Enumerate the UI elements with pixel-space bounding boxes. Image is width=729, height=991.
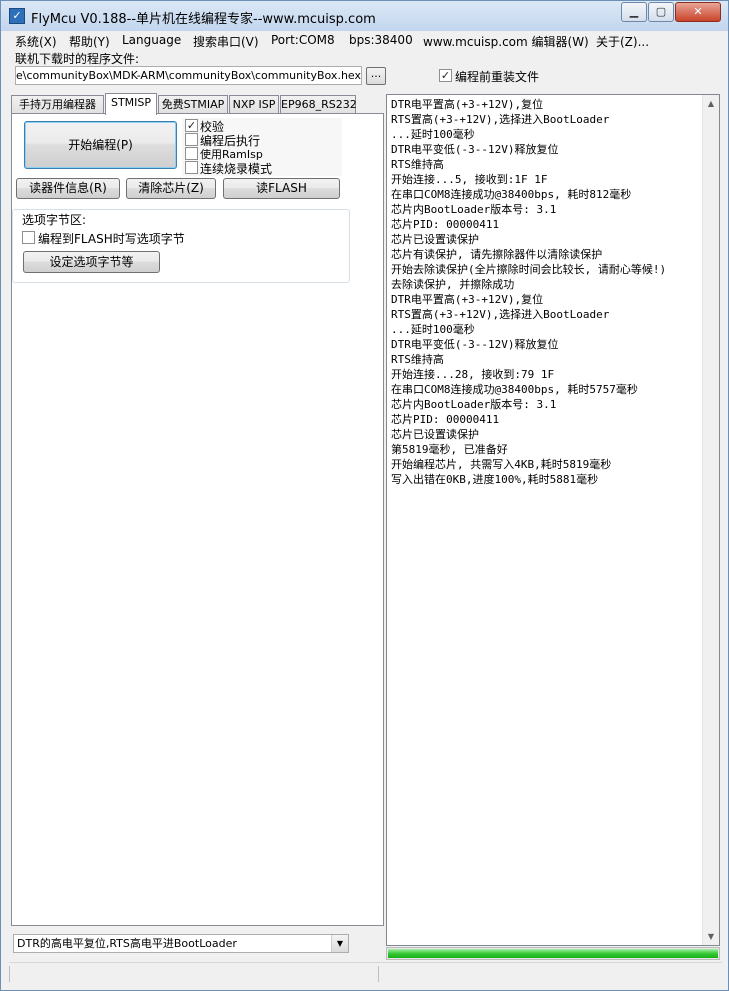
minimize-icon: ▁ xyxy=(629,5,639,18)
scroll-up-icon[interactable]: ▲ xyxy=(703,95,719,112)
tab-ep968[interactable]: EP968_RS232 xyxy=(280,95,357,114)
stmisp-panel: 开始编程(P) ✓ 校验 编程后执行 使用RamIsp 连续烧录模式 读器件信息… xyxy=(11,113,384,926)
progress-fill xyxy=(388,949,718,958)
log-line: ...延时100毫秒 xyxy=(391,323,475,336)
log-line: 在串口COM8连接成功@38400bps, 耗时5757毫秒 xyxy=(391,383,638,396)
log-line: RTS维持高 xyxy=(391,158,444,171)
log-line: 芯片已设置读保护 xyxy=(391,233,479,246)
log-lines: DTR电平置高(+3-+12V),复位 RTS置高(+3-+12V),选择进入Bo… xyxy=(391,97,701,487)
read-info-button[interactable]: 读器件信息(R) xyxy=(16,178,120,199)
maximize-button[interactable]: ▢ xyxy=(648,2,674,22)
menu-port[interactable]: Port:COM8 xyxy=(271,33,335,47)
tab-handheld[interactable]: 手持万用编程器 xyxy=(11,95,104,114)
log-line: 芯片内BootLoader版本号: 3.1 xyxy=(391,398,557,411)
scroll-down-icon[interactable]: ▼ xyxy=(703,928,719,945)
output-log[interactable]: DTR电平置高(+3-+12V),复位 RTS置高(+3-+12V),选择进入Bo… xyxy=(386,94,720,946)
option-bytes-title: 选项字节区: xyxy=(22,213,87,227)
menu-editor[interactable]: www.mcuisp.com 编辑器(W) xyxy=(423,33,589,50)
menu-about[interactable]: 关于(Z)... xyxy=(596,33,649,50)
ramisp-checkbox[interactable] xyxy=(185,147,198,160)
log-line: 开始连接...5, 接收到:1F 1F xyxy=(391,173,548,186)
tab-stmisp[interactable]: STMISP xyxy=(105,93,157,115)
erase-chip-button[interactable]: 清除芯片(Z) xyxy=(126,178,216,199)
write-option-checkbox[interactable] xyxy=(22,231,35,244)
window-title: FlyMcu V0.188--单片机在线编程专家--www.mcuisp.com xyxy=(31,12,376,27)
reset-mode-value: DTR的高电平复位,RTS高电平进BootLoader xyxy=(17,937,237,950)
file-path-input[interactable]: D:\CubeMXCode\communityBox\MDK-ARM\commu… xyxy=(15,66,362,85)
menu-search-port[interactable]: 搜索串口(V) xyxy=(193,33,259,50)
tab-nxp-isp[interactable]: NXP ISP xyxy=(229,95,279,114)
file-path-value: D:\CubeMXCode\communityBox\MDK-ARM\commu… xyxy=(16,69,361,82)
options-area: ✓ 校验 编程后执行 使用RamIsp 连续烧录模式 xyxy=(182,118,342,176)
log-line: 去除读保护, 并擦除成功 xyxy=(391,278,515,291)
log-line: 开始编程芯片, 共需写入4KB,耗时5819毫秒 xyxy=(391,458,612,471)
option-bytes-group: 选项字节区: 编程到FLASH时写选项字节 设定选项字节等 xyxy=(12,209,350,283)
menu-language[interactable]: Language xyxy=(122,33,181,47)
tab-stmiap[interactable]: 免费STMIAP xyxy=(158,95,228,114)
continuous-label: 连续烧录模式 xyxy=(200,162,273,176)
continuous-checkbox[interactable] xyxy=(185,161,198,174)
title-bar[interactable]: ✓ FlyMcu V0.188--单片机在线编程专家--www.mcuisp.c… xyxy=(1,1,728,31)
file-label: 联机下载时的程序文件: xyxy=(15,52,140,66)
app-icon[interactable]: ✓ xyxy=(9,8,25,24)
log-line: 芯片内BootLoader版本号: 3.1 xyxy=(391,203,557,216)
menu-bar: 系统(X) 帮助(Y) Language 搜索串口(V) Port:COM8 b… xyxy=(9,31,724,51)
log-line: DTR电平置高(+3-+12V),复位 xyxy=(391,293,544,306)
read-flash-button[interactable]: 读FLASH xyxy=(223,178,340,199)
log-line: 开始连接...28, 接收到:79 1F xyxy=(391,368,555,381)
set-option-bytes-button[interactable]: 设定选项字节等 xyxy=(23,251,160,273)
log-line: 在串口COM8连接成功@38400bps, 耗时812毫秒 xyxy=(391,188,632,201)
reload-label: 编程前重装文件 xyxy=(455,70,540,84)
log-scrollbar[interactable]: ▲ ▼ xyxy=(702,95,719,945)
log-line: RTS置高(+3-+12V),选择进入BootLoader xyxy=(391,308,610,321)
start-program-button[interactable]: 开始编程(P) xyxy=(24,121,177,169)
run-after-checkbox[interactable] xyxy=(185,133,198,146)
reload-checkbox[interactable]: ✓ xyxy=(439,69,452,82)
minimize-button[interactable]: ▁ xyxy=(621,2,647,22)
log-line: 芯片PID: 00000411 xyxy=(391,413,500,426)
log-line: ...延时100毫秒 xyxy=(391,128,475,141)
verify-checkbox[interactable]: ✓ xyxy=(185,119,198,132)
reset-mode-select[interactable]: DTR的高电平复位,RTS高电平进BootLoader ▼ xyxy=(13,934,349,953)
maximize-icon: ▢ xyxy=(655,5,667,18)
menu-help[interactable]: 帮助(Y) xyxy=(69,33,110,50)
log-line: 芯片有读保护, 请先擦除器件以清除读保护 xyxy=(391,248,603,261)
log-line: 芯片已设置读保护 xyxy=(391,428,479,441)
log-line: RTS置高(+3-+12V),选择进入BootLoader xyxy=(391,113,610,126)
chevron-down-icon[interactable]: ▼ xyxy=(331,935,348,952)
log-line: DTR电平置高(+3-+12V),复位 xyxy=(391,98,544,111)
close-button[interactable]: ✕ xyxy=(675,2,721,22)
log-line: RTS维持高 xyxy=(391,353,444,366)
close-icon: ✕ xyxy=(693,5,703,18)
status-bar xyxy=(9,962,722,984)
menu-system[interactable]: 系统(X) xyxy=(15,33,57,50)
main-window: ✓ FlyMcu V0.188--单片机在线编程专家--www.mcuisp.c… xyxy=(0,0,729,991)
status-divider xyxy=(9,966,10,982)
log-line: 开始去除读保护(全片擦除时间会比较长, 请耐心等候!) xyxy=(391,263,667,276)
menu-bps[interactable]: bps:38400 xyxy=(349,33,413,47)
log-line: 芯片PID: 00000411 xyxy=(391,218,500,231)
log-line: DTR电平变低(-3--12V)释放复位 xyxy=(391,338,559,351)
status-divider xyxy=(378,966,379,982)
write-option-label: 编程到FLASH时写选项字节 xyxy=(38,232,185,246)
browse-button[interactable]: ... xyxy=(366,67,386,85)
log-line: 写入出错在0KB,进度100%,耗时5881毫秒 xyxy=(391,473,599,486)
progress-bar xyxy=(386,947,720,960)
log-line: 第5819毫秒, 已准备好 xyxy=(391,443,508,456)
log-line: DTR电平变低(-3--12V)释放复位 xyxy=(391,143,559,156)
